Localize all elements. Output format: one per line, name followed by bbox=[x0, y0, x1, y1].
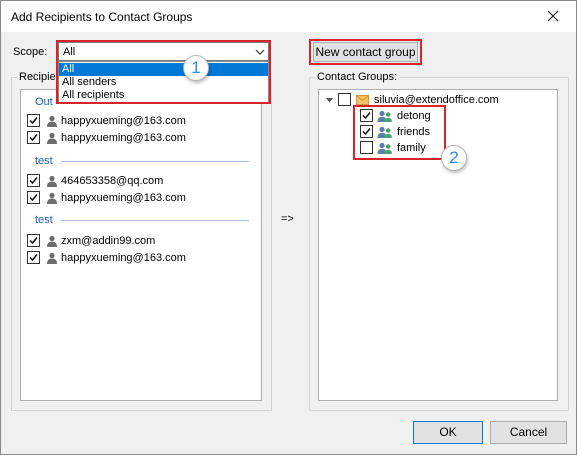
recipient-row[interactable]: happyxueming@163.com bbox=[27, 191, 257, 207]
section-title: test bbox=[35, 214, 53, 226]
group-name: friends bbox=[397, 126, 431, 138]
contact-groups-tree[interactable]: siluvia@extendoffice.com detong friends … bbox=[318, 89, 558, 401]
person-icon bbox=[46, 252, 58, 264]
recipient-checkbox[interactable] bbox=[27, 234, 40, 247]
recipient-checkbox[interactable] bbox=[27, 174, 40, 187]
recipients-label: Recipien bbox=[17, 71, 64, 83]
contact-group-icon bbox=[377, 110, 393, 122]
callout-badge-2: 2 bbox=[441, 145, 467, 171]
group-name: detong bbox=[397, 110, 431, 122]
recipient-email: happyxueming@163.com bbox=[61, 192, 186, 204]
group-name: family bbox=[397, 142, 426, 154]
tree-root-row[interactable]: siluvia@extendoffice.com bbox=[325, 93, 555, 109]
recipient-row[interactable]: 464653358@qq.com bbox=[27, 174, 257, 190]
recipients-list[interactable]: Out happyxueming@163.com happyxueming@16… bbox=[20, 89, 262, 401]
recipient-email: 464653358@qq.com bbox=[61, 175, 164, 187]
contact-group-icon bbox=[377, 142, 393, 154]
chevron-down-icon bbox=[255, 47, 265, 57]
recipient-checkbox[interactable] bbox=[27, 191, 40, 204]
recipient-email: happyxueming@163.com bbox=[61, 132, 186, 144]
group-checkbox[interactable] bbox=[360, 125, 373, 138]
scope-dropdown-list: All All senders All recipients bbox=[58, 61, 269, 103]
person-icon bbox=[46, 192, 58, 204]
section-divider bbox=[61, 220, 249, 221]
section-title: test bbox=[35, 155, 53, 167]
callout-badge-1: 1 bbox=[183, 55, 209, 81]
ok-button[interactable]: OK bbox=[413, 421, 483, 444]
scope-label: Scope: bbox=[13, 46, 48, 58]
person-icon bbox=[46, 235, 58, 247]
group-row[interactable]: friends bbox=[360, 125, 480, 141]
title-bar: Add Recipients to Contact Groups bbox=[1, 1, 576, 32]
scope-option-all[interactable]: All bbox=[59, 63, 268, 76]
account-email: siluvia@extendoffice.com bbox=[374, 94, 499, 106]
person-icon bbox=[46, 132, 58, 144]
recipient-row[interactable]: happyxueming@163.com bbox=[27, 131, 257, 147]
scope-selected-value: All bbox=[63, 46, 76, 58]
recipient-checkbox[interactable] bbox=[27, 251, 40, 264]
cancel-button[interactable]: Cancel bbox=[490, 421, 567, 444]
recipient-row[interactable]: zxm@addin99.com bbox=[27, 234, 257, 250]
scope-option-all-recipients[interactable]: All recipients bbox=[59, 89, 268, 102]
recipient-checkbox[interactable] bbox=[27, 131, 40, 144]
transfer-arrow-label: => bbox=[281, 213, 294, 225]
dialog-window: Add Recipients to Contact Groups Scope: … bbox=[0, 0, 577, 455]
root-checkbox[interactable] bbox=[338, 93, 351, 106]
section-divider bbox=[61, 161, 249, 162]
recipient-email: happyxueming@163.com bbox=[61, 252, 186, 264]
recipient-checkbox[interactable] bbox=[27, 114, 40, 127]
scope-select[interactable]: All bbox=[58, 42, 269, 61]
scope-option-all-senders[interactable]: All senders bbox=[59, 76, 268, 89]
close-icon[interactable] bbox=[544, 7, 562, 25]
person-icon bbox=[46, 175, 58, 187]
recipient-row[interactable]: happyxueming@163.com bbox=[27, 114, 257, 130]
contact-groups-label: Contact Groups: bbox=[315, 71, 400, 83]
new-contact-group-button[interactable]: New contact group bbox=[313, 42, 418, 62]
recipient-row[interactable]: happyxueming@163.com bbox=[27, 251, 257, 267]
recipient-email: happyxueming@163.com bbox=[61, 115, 186, 127]
group-checkbox[interactable] bbox=[360, 109, 373, 122]
recipient-email: zxm@addin99.com bbox=[61, 235, 156, 247]
contact-group-icon bbox=[377, 126, 393, 138]
tree-expand-icon[interactable] bbox=[325, 96, 334, 105]
section-title: Out bbox=[35, 96, 53, 108]
person-icon bbox=[46, 115, 58, 127]
window-title: Add Recipients to Contact Groups bbox=[11, 10, 193, 24]
group-checkbox[interactable] bbox=[360, 141, 373, 154]
mailbox-icon bbox=[356, 95, 369, 105]
group-row[interactable]: detong bbox=[360, 109, 480, 125]
